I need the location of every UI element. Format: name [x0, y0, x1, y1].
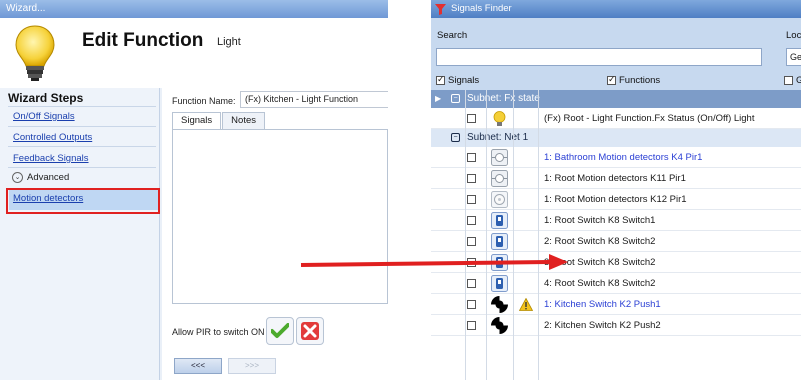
- signals-finder-title: Signals Finder: [451, 3, 512, 14]
- divider: [8, 126, 156, 127]
- collapse-icon[interactable]: −: [451, 94, 460, 103]
- row-label: 1: Root Switch K8 Switch1: [544, 215, 656, 226]
- column-divider: [465, 90, 466, 380]
- cancel-button[interactable]: [296, 317, 324, 345]
- row-checkbox[interactable]: [467, 300, 476, 309]
- functions-filter[interactable]: Functions: [607, 74, 661, 86]
- functions-filter-label: Functions: [619, 75, 661, 86]
- wizard-header: Edit Function Light: [0, 18, 388, 88]
- row-label: 4: Root Switch K8 Switch2: [544, 278, 656, 289]
- wizard-titlebar: Wizard...: [0, 0, 388, 18]
- function-editor: Function Name: (Fx) Kitchen - Light Func…: [162, 88, 388, 380]
- allow-pir-label: Allow PIR to switch ON: [172, 327, 265, 337]
- row-label: 1: Root Motion detectors K11 Pir1: [544, 173, 686, 184]
- row-checkbox[interactable]: [467, 174, 476, 183]
- back-button[interactable]: <<<: [174, 358, 222, 374]
- step-on-off-signals[interactable]: On/Off Signals: [13, 111, 75, 122]
- page-subtitle: Light: [217, 36, 241, 48]
- column-divider: [538, 90, 539, 380]
- row-label: 1: Kitchen Switch K2 Push1: [544, 299, 661, 310]
- tab-signals[interactable]: Signals: [172, 112, 222, 130]
- red-callout-box: [6, 188, 160, 214]
- groups-filter[interactable]: Gr: [784, 75, 801, 86]
- groups-checkbox[interactable]: [784, 76, 793, 85]
- row-checkbox[interactable]: [467, 321, 476, 330]
- row-checkbox[interactable]: [467, 216, 476, 225]
- function-name-field[interactable]: (Fx) Kitchen - Light Function: [240, 91, 388, 108]
- light-bulb-icon: [15, 25, 55, 81]
- checkmark-icon: [271, 323, 289, 338]
- switch-icon: [491, 212, 508, 229]
- divider: [8, 106, 156, 107]
- funnel-icon: [435, 4, 446, 15]
- column-divider: [513, 90, 514, 380]
- row-label: (Fx) Root - Light Function.Fx Status (On…: [544, 113, 755, 124]
- collapse-icon[interactable]: −: [451, 133, 460, 142]
- row-label: 2: Kitchen Switch K2 Push2: [544, 320, 661, 331]
- groups-filter-label: Gr: [796, 75, 801, 86]
- functions-checkbox[interactable]: [607, 74, 616, 85]
- close-icon: [301, 322, 319, 340]
- row-checkbox[interactable]: [467, 258, 476, 267]
- expand-arrow-icon[interactable]: ▶: [435, 90, 441, 108]
- row-checkbox[interactable]: [467, 237, 476, 246]
- tab-notes[interactable]: Notes: [222, 112, 265, 129]
- location-select[interactable]: Ge: [786, 48, 801, 66]
- signals-finder-titlebar: Signals Finder: [431, 0, 801, 18]
- page-title: Edit Function: [82, 30, 204, 51]
- divider: [8, 167, 156, 168]
- push-button-icon: [491, 317, 508, 334]
- confirm-button[interactable]: [266, 317, 294, 345]
- signals-finder-window: Signals Finder Search Loc Ge Signals Fun…: [431, 0, 801, 380]
- warning-icon: [518, 297, 534, 314]
- subnet-label: Subnet: Fx state: [467, 93, 540, 104]
- light-bulb-icon: [493, 111, 506, 126]
- wizard-steps-panel: Wizard Steps On/Off Signals Controlled O…: [0, 88, 160, 380]
- next-button[interactable]: >>>: [228, 358, 276, 374]
- step-controlled-outputs[interactable]: Controlled Outputs: [13, 132, 92, 143]
- switch-icon: [491, 275, 508, 292]
- push-button-icon: [491, 296, 508, 313]
- ceiling-sensor-icon: [491, 191, 508, 208]
- row-checkbox[interactable]: [467, 153, 476, 162]
- wizard-window: Wizard... Edit Function Light Wizard Ste…: [0, 0, 388, 380]
- subnet-label: Subnet: Net 1: [467, 132, 529, 143]
- row-checkbox[interactable]: [467, 114, 476, 123]
- signals-grid: ▶ − Subnet: Fx state (Fx) Root - Light F…: [431, 90, 801, 380]
- switch-icon: [491, 254, 508, 271]
- row-label: 2: Root Switch K8 Switch2: [544, 236, 656, 247]
- function-name-label: Function Name:: [172, 96, 236, 106]
- row-label: 1: Root Motion detectors K12 Pir1: [544, 194, 687, 205]
- signals-filter[interactable]: Signals: [436, 74, 480, 86]
- divider: [8, 146, 156, 147]
- motion-sensor-icon: [491, 149, 508, 166]
- wizard-steps-title: Wizard Steps: [8, 91, 84, 105]
- motion-sensor-icon: [491, 170, 508, 187]
- signals-checkbox[interactable]: [436, 74, 445, 85]
- advanced-label: Advanced: [27, 172, 70, 183]
- advanced-toggle[interactable]: ⌄ Advanced: [12, 172, 69, 183]
- row-checkbox[interactable]: [467, 195, 476, 204]
- signals-drop-area[interactable]: [172, 129, 388, 304]
- switch-icon: [491, 233, 508, 250]
- column-divider: [486, 90, 487, 380]
- editor-tabs: Signals Notes: [172, 112, 266, 130]
- row-label: 1: Bathroom Motion detectors K4 Pir1: [544, 152, 703, 163]
- search-input[interactable]: [436, 48, 762, 66]
- signals-filter-label: Signals: [448, 75, 480, 86]
- row-label: 3: Root Switch K8 Switch2: [544, 257, 656, 268]
- chevron-down-icon: ⌄: [12, 172, 23, 183]
- search-label: Search: [437, 30, 468, 41]
- row-checkbox[interactable]: [467, 279, 476, 288]
- step-feedback-signals[interactable]: Feedback Signals: [13, 153, 89, 164]
- location-label: Loc: [786, 30, 801, 41]
